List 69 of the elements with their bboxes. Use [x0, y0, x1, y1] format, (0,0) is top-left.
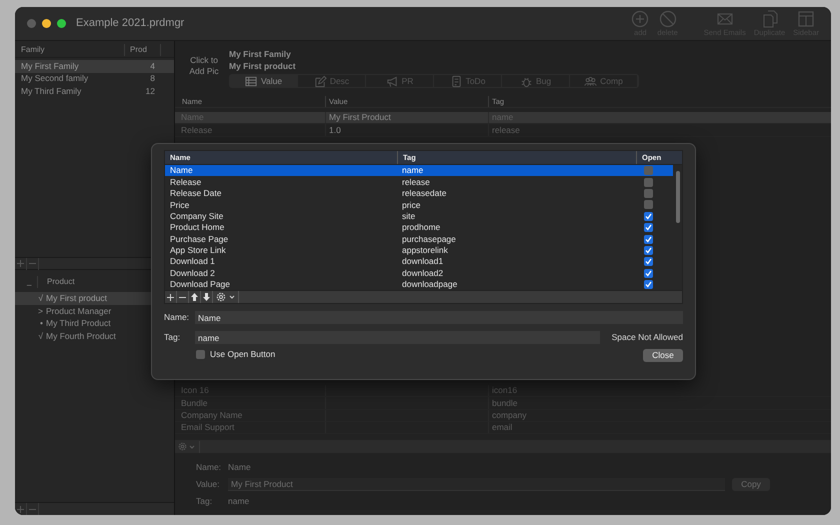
checkbox[interactable]	[644, 200, 653, 210]
list-row[interactable]: Price price	[165, 199, 673, 211]
add-picture-hint[interactable]: Click to Add Pic	[187, 55, 221, 96]
column-header[interactable]: Product	[37, 276, 75, 288]
checkbox[interactable]	[644, 166, 653, 176]
checkbox[interactable]	[644, 212, 653, 221]
tag-value: name	[228, 495, 250, 508]
list-row[interactable]: Name name	[165, 165, 673, 176]
checkbox[interactable]	[644, 268, 653, 278]
close-window-control[interactable]	[27, 19, 36, 28]
copy-button[interactable]: Copy	[732, 478, 770, 491]
list-row[interactable]: App Store Link appstorelink	[165, 244, 673, 256]
checkbox[interactable]	[196, 350, 205, 360]
people-icon	[584, 74, 598, 88]
checkbox[interactable]	[644, 178, 653, 187]
name-field[interactable]: Name	[195, 311, 683, 324]
add-icon[interactable]	[165, 291, 177, 304]
move-up-icon[interactable]	[189, 291, 201, 304]
checkbox[interactable]	[644, 246, 653, 255]
list-row[interactable]: Company Site site	[165, 210, 673, 222]
documents-icon[interactable]	[760, 10, 778, 28]
list-row[interactable]: Release Date releasedate	[165, 188, 673, 200]
table-row[interactable]: Release 1.0 release	[175, 124, 831, 137]
column-header[interactable]: _	[15, 276, 37, 288]
family-row[interactable]: My Third Family 12	[15, 85, 174, 98]
tag-label: Tag:	[196, 495, 214, 508]
list-row[interactable]: Download Page downloadpage	[165, 278, 673, 290]
list-row[interactable]: Download 2 download2	[165, 268, 673, 279]
add-icon[interactable]	[15, 503, 27, 515]
close-button[interactable]: Close	[643, 349, 683, 362]
name-value: Name	[228, 461, 251, 474]
product-name: My First product	[229, 60, 297, 72]
name-label: Name:	[164, 311, 190, 324]
move-down-icon[interactable]	[201, 291, 213, 304]
family-name: My First Family	[229, 49, 292, 60]
sidebar-icon[interactable]	[797, 10, 816, 28]
value-label: Value:	[196, 478, 220, 491]
remove-icon[interactable]	[177, 291, 189, 304]
checklist-icon	[450, 74, 463, 88]
table-row[interactable]: Company Name company	[175, 410, 831, 422]
list-row[interactable]: Purchase Page purchasepage	[165, 233, 673, 245]
zoom-window-control[interactable]	[57, 19, 66, 28]
column-header[interactable]: Prod	[125, 44, 161, 56]
table-row[interactable]: Email Support email	[175, 422, 831, 434]
checkbox[interactable]	[644, 223, 653, 232]
delete-icon[interactable]	[658, 10, 677, 28]
checkbox[interactable]	[644, 188, 653, 198]
checkbox[interactable]	[644, 234, 653, 244]
column-header[interactable]: Family	[15, 44, 125, 56]
tag-field[interactable]: name	[195, 331, 600, 344]
window-title: Example 2021.prdmgr	[76, 16, 184, 32]
megaphone-icon	[386, 74, 399, 88]
list-row[interactable]: Product Home prodhome	[165, 222, 673, 234]
list-row[interactable]: Download 1 download1	[165, 256, 673, 268]
family-row[interactable]: My Second family 8	[15, 72, 174, 85]
name-label: Name:	[196, 461, 222, 474]
list-row[interactable]: Release release	[165, 176, 673, 188]
value-field[interactable]: My First Product	[228, 478, 725, 491]
list-icon	[244, 74, 258, 88]
checkbox[interactable]	[644, 280, 653, 290]
minimize-window-control[interactable]	[42, 19, 51, 28]
tag-label: Tag:	[164, 331, 182, 344]
tab[interactable]: Value	[230, 75, 298, 87]
space-not-allowed-hint: Space Not Allowed	[612, 331, 683, 344]
pencil-icon	[314, 74, 327, 88]
family-row[interactable]: My First Family 4	[15, 60, 174, 72]
checkbox[interactable]	[644, 257, 653, 266]
table-row[interactable]: Bundle bundle	[175, 397, 831, 410]
use-open-button-label: Use Open Button	[210, 348, 276, 362]
